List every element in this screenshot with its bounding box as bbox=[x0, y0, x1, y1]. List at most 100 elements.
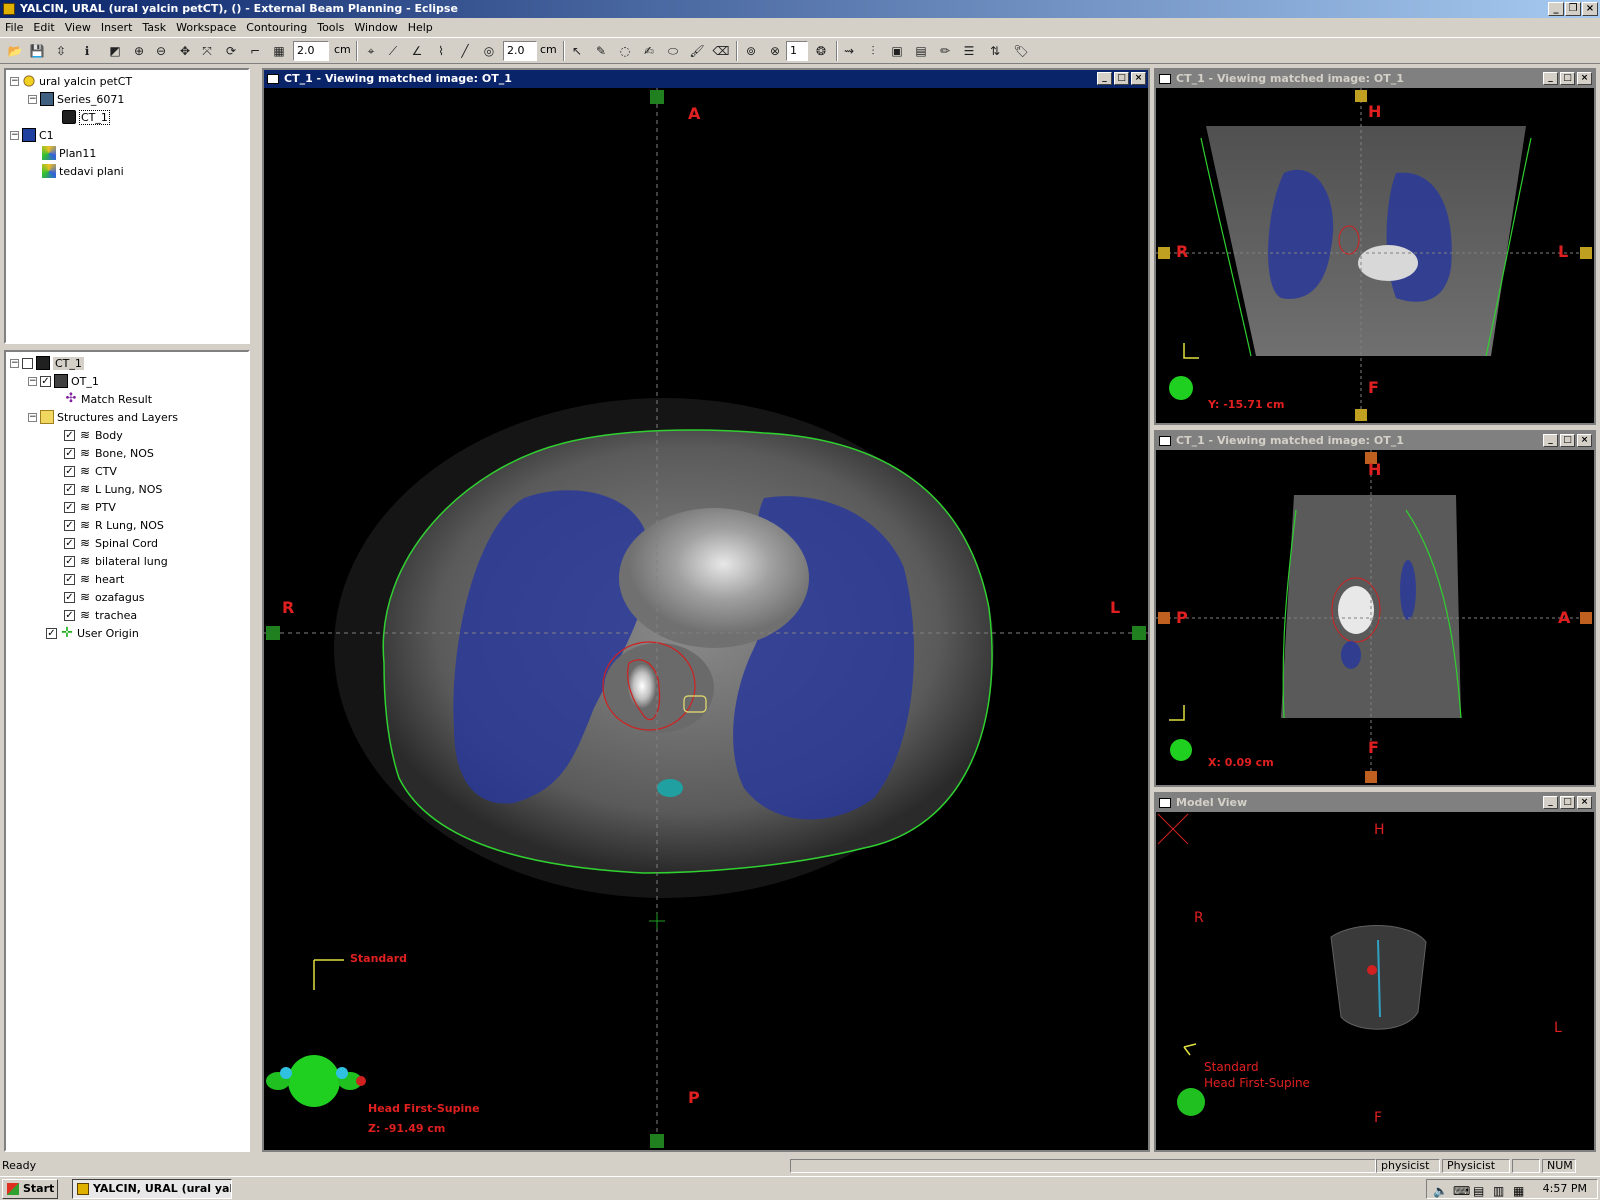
fit-icon[interactable]: ⤧ bbox=[198, 42, 216, 60]
view-close-button[interactable]: × bbox=[1577, 796, 1592, 809]
collapse-toggle[interactable]: − bbox=[10, 358, 19, 368]
visibility-checkbox[interactable]: ✓ bbox=[46, 627, 57, 639]
crosshair-handle-right[interactable] bbox=[1132, 626, 1146, 640]
collapse-toggle[interactable]: − bbox=[10, 130, 19, 140]
rotate-icon[interactable]: ⟳ bbox=[222, 42, 240, 60]
crosshair-handle-top[interactable] bbox=[650, 90, 664, 104]
model-view-window[interactable]: Model View _ □ × H F R L Standard Head F… bbox=[1154, 792, 1596, 1152]
view-close-button[interactable]: × bbox=[1577, 434, 1592, 447]
tree-node-patient[interactable]: − ural yalcin petCT bbox=[10, 72, 132, 90]
grid-size-field[interactable]: 2.0 bbox=[293, 41, 329, 61]
tree-node-plan[interactable]: Plan11 bbox=[42, 144, 96, 162]
crosshair-handle-top[interactable] bbox=[1355, 90, 1367, 102]
menu-window[interactable]: Window bbox=[349, 18, 402, 37]
tree-node-registered-image[interactable]: − ✓ OT_1 bbox=[28, 372, 99, 390]
smooth-icon[interactable]: ❂ bbox=[812, 42, 830, 60]
edit-icon[interactable]: ✏ bbox=[936, 42, 954, 60]
crosshair-handle-right[interactable] bbox=[1580, 247, 1592, 259]
tree-node-structure[interactable]: ✓ ≋ heart bbox=[64, 570, 124, 588]
visibility-checkbox[interactable]: ✓ bbox=[64, 501, 75, 513]
info-icon[interactable]: ℹ bbox=[78, 42, 96, 60]
sagittal-view-window[interactable]: CT_1 - Viewing matched image: OT_1 _ □ ×… bbox=[1154, 430, 1596, 787]
network-icon[interactable]: ⌨ bbox=[1453, 1182, 1470, 1200]
tree-node-structure[interactable]: ✓ ≋ Body bbox=[64, 426, 123, 444]
open-patient-icon[interactable]: 📂 bbox=[6, 42, 24, 60]
tree-node-series[interactable]: − Series_6071 bbox=[28, 90, 124, 108]
line-icon[interactable]: ╱ bbox=[456, 42, 474, 60]
visibility-checkbox[interactable]: ✓ bbox=[64, 555, 75, 567]
start-button[interactable]: Start bbox=[2, 1179, 58, 1199]
crosshair-handle-left[interactable] bbox=[1158, 612, 1170, 624]
tray-app-icon[interactable]: ▥ bbox=[1493, 1182, 1504, 1200]
dose-icon[interactable]: ☰ bbox=[960, 42, 978, 60]
layout-icon[interactable]: ▤ bbox=[912, 42, 930, 60]
ellipse-icon[interactable]: ⬭ bbox=[664, 42, 682, 60]
visibility-checkbox[interactable]: ✓ bbox=[64, 447, 75, 459]
tree-node-match[interactable]: ✣ Match Result bbox=[64, 390, 153, 408]
tree-node-structure[interactable]: ✓ ≋ ozafagus bbox=[64, 588, 145, 606]
collapse-toggle[interactable]: − bbox=[28, 94, 37, 104]
circle-tool-icon[interactable]: ◎ bbox=[480, 42, 498, 60]
collapse-toggle[interactable]: − bbox=[28, 412, 37, 422]
visibility-checkbox[interactable]: ✓ bbox=[64, 591, 75, 603]
pointer-icon[interactable]: ↖ bbox=[568, 42, 586, 60]
menu-view[interactable]: View bbox=[60, 18, 96, 37]
zoom-in-icon[interactable]: ⊕ bbox=[130, 42, 148, 60]
menu-file[interactable]: File bbox=[0, 18, 28, 37]
visibility-checkbox[interactable]: ✓ bbox=[64, 609, 75, 621]
menu-contouring[interactable]: Contouring bbox=[241, 18, 312, 37]
axial-image-canvas[interactable]: A P R L Standard Head First-Supine Z: -9… bbox=[264, 88, 1148, 1150]
menu-workspace[interactable]: Workspace bbox=[171, 18, 241, 37]
tree-node-structure[interactable]: ✓ ≋ Spinal Cord bbox=[64, 534, 158, 552]
tree-node-structure[interactable]: ✓ ≋ bilateral lung bbox=[64, 552, 168, 570]
tree-node-plan[interactable]: tedavi plani bbox=[42, 162, 124, 180]
freehand-icon[interactable]: ✍ bbox=[640, 42, 658, 60]
view-maximize-button[interactable]: □ bbox=[1114, 72, 1129, 85]
brush-icon[interactable]: ✎ bbox=[592, 42, 610, 60]
lasso-icon[interactable]: ◌ bbox=[616, 42, 634, 60]
slice-count-field[interactable]: 1 bbox=[786, 41, 808, 61]
volume-icon[interactable]: 🔈 bbox=[1433, 1182, 1448, 1200]
boolean-icon[interactable]: ⊗ bbox=[766, 42, 784, 60]
axial-view-window[interactable]: CT_1 - Viewing matched image: OT_1 _ □ × bbox=[262, 68, 1150, 1152]
view-minimize-button[interactable]: _ bbox=[1543, 796, 1558, 809]
visibility-checkbox[interactable]: ✓ bbox=[40, 375, 51, 387]
step-size-field[interactable]: 2.0 bbox=[503, 41, 537, 61]
menu-help[interactable]: Help bbox=[403, 18, 438, 37]
tree-node-image[interactable]: CT_1 bbox=[62, 108, 110, 126]
crosshair-handle-bottom[interactable] bbox=[1365, 771, 1377, 783]
visibility-checkbox[interactable]: ✓ bbox=[64, 519, 75, 531]
window-level-icon[interactable]: ◩ bbox=[106, 42, 124, 60]
crosshair-handle-right[interactable] bbox=[1580, 612, 1592, 624]
tree-node-structure-set[interactable]: − Structures and Layers bbox=[28, 408, 178, 426]
menu-task[interactable]: Task bbox=[137, 18, 171, 37]
grid-icon[interactable]: ▦ bbox=[270, 42, 288, 60]
view-minimize-button[interactable]: _ bbox=[1543, 72, 1558, 85]
visibility-checkbox[interactable]: ✓ bbox=[64, 483, 75, 495]
visibility-checkbox[interactable]: ✓ bbox=[64, 465, 75, 477]
ruler-icon[interactable]: ⌐ bbox=[246, 42, 264, 60]
collapse-toggle[interactable]: − bbox=[10, 76, 19, 86]
tag-icon[interactable]: 🏷 bbox=[1012, 42, 1030, 60]
menu-insert[interactable]: Insert bbox=[96, 18, 138, 37]
menu-edit[interactable]: Edit bbox=[28, 18, 59, 37]
tree-node-ct[interactable]: − CT_1 bbox=[10, 354, 84, 372]
visibility-checkbox[interactable]: ✓ bbox=[64, 573, 75, 585]
coronal-view-window[interactable]: CT_1 - Viewing matched image: OT_1 _ □ ×… bbox=[1154, 68, 1596, 425]
crosshair-handle-left[interactable] bbox=[1158, 247, 1170, 259]
cube-icon[interactable]: ▣ bbox=[888, 42, 906, 60]
close-button[interactable]: × bbox=[1582, 2, 1598, 16]
tray-app-icon[interactable]: ▦ bbox=[1513, 1182, 1524, 1200]
tree-node-structure[interactable]: ✓ ≋ Bone, NOS bbox=[64, 444, 154, 462]
tree-node-structure[interactable]: ✓ ≋ trachea bbox=[64, 606, 137, 624]
angle-icon[interactable]: ∠ bbox=[408, 42, 426, 60]
view-maximize-button[interactable]: □ bbox=[1560, 434, 1575, 447]
view-minimize-button[interactable]: _ bbox=[1543, 434, 1558, 447]
pan-icon[interactable]: ✥ bbox=[176, 42, 194, 60]
model-3d-canvas[interactable]: H F R L Standard Head First-Supine bbox=[1156, 812, 1594, 1150]
visibility-checkbox[interactable] bbox=[22, 357, 33, 369]
crosshair-icon[interactable]: ⌖ bbox=[362, 42, 380, 60]
margin-icon[interactable]: ⊚ bbox=[742, 42, 760, 60]
crosshair-handle-bottom[interactable] bbox=[650, 1134, 664, 1148]
taskbar-eclipse-item[interactable]: YALCIN, URAL (ural yal... bbox=[72, 1179, 232, 1199]
